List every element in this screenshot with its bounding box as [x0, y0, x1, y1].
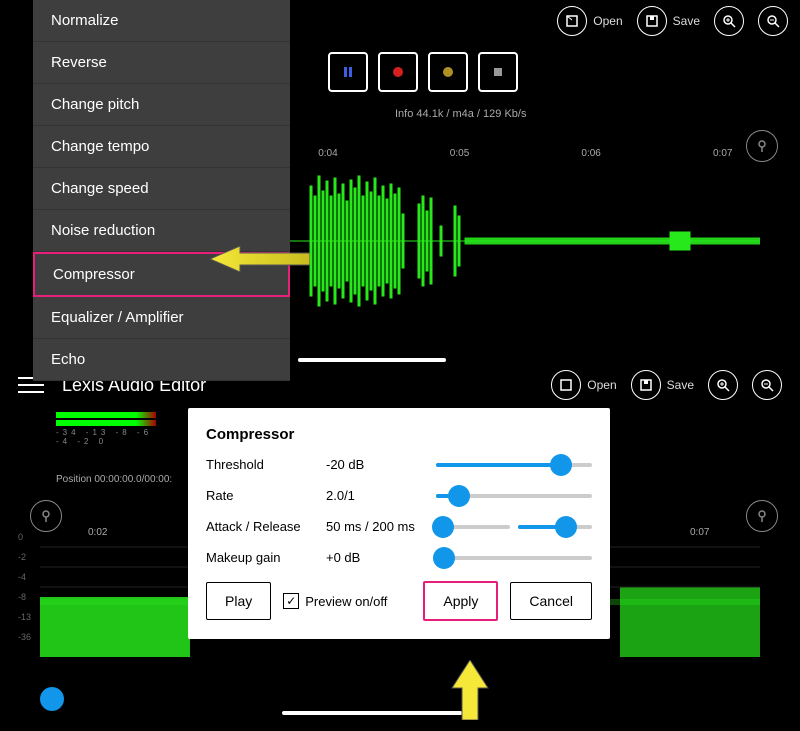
- threshold-label: Threshold: [206, 457, 326, 472]
- row-attack-release: Attack / Release 50 ms / 200 ms: [206, 519, 592, 534]
- rate-label: Rate: [206, 488, 326, 503]
- play-button[interactable]: Play: [206, 582, 271, 620]
- pause-button[interactable]: [328, 52, 368, 92]
- screenshot-top: Open Save Info 44.1k / m4a / 129 Kb/s 0:…: [0, 0, 800, 362]
- waveform-timeline-top[interactable]: 0:04 0:05 0:06 0:07: [290, 148, 760, 318]
- save-button-2[interactable]: Save: [631, 370, 694, 400]
- menu-item-change-pitch[interactable]: Change pitch: [33, 84, 290, 126]
- save-button[interactable]: Save: [637, 6, 700, 36]
- rate-value: 2.0/1: [326, 488, 436, 503]
- time-ruler-top: 0:04 0:05 0:06 0:07: [290, 148, 760, 166]
- menu-item-change-speed[interactable]: Change speed: [33, 168, 290, 210]
- file-open-icon: [557, 6, 587, 36]
- release-slider[interactable]: [518, 525, 592, 529]
- save-label: Save: [673, 14, 700, 28]
- dialog-title: Compressor: [206, 426, 592, 443]
- level-meter: -34 -13 -8 -6 -4 -2 0: [56, 412, 156, 446]
- menu-item-equalizer[interactable]: Equalizer / Amplifier: [33, 297, 290, 339]
- compressor-dialog: Compressor Threshold -20 dB Rate 2.0/1 A…: [188, 408, 610, 639]
- open-button[interactable]: Open: [557, 6, 622, 36]
- row-threshold: Threshold -20 dB: [206, 457, 592, 472]
- meter-scale: -34 -13 -8 -6 -4 -2 0: [56, 428, 156, 446]
- row-makeup: Makeup gain +0 dB: [206, 550, 592, 565]
- meter-bar-l: [56, 412, 156, 418]
- open-label: Open: [593, 14, 622, 28]
- attack-value: 50 ms / 200 ms: [326, 519, 436, 534]
- menu-item-change-tempo[interactable]: Change tempo: [33, 126, 290, 168]
- zoom-out-icon[interactable]: [758, 6, 788, 36]
- attack-slider[interactable]: [436, 525, 510, 529]
- rate-slider[interactable]: [436, 494, 592, 498]
- tick: 0:05: [450, 148, 469, 159]
- file-info: Info 44.1k / m4a / 129 Kb/s: [395, 108, 526, 120]
- menu-item-normalize[interactable]: Normalize: [33, 0, 290, 42]
- home-indicator-bottom: [282, 711, 462, 715]
- attack-label: Attack / Release: [206, 519, 326, 534]
- preview-checkbox[interactable]: ✓ Preview on/off: [283, 593, 387, 609]
- playhead-handle[interactable]: [40, 687, 64, 711]
- open-button-2[interactable]: Open: [551, 370, 616, 400]
- menu-item-reverse[interactable]: Reverse: [33, 42, 290, 84]
- annotation-arrow-left: [210, 244, 310, 274]
- row-rate: Rate 2.0/1: [206, 488, 592, 503]
- transport-controls: [328, 52, 518, 92]
- position-readout: Position 00:00:00.0/00:00:: [56, 474, 172, 485]
- floppy-icon: [631, 370, 661, 400]
- apply-button[interactable]: Apply: [423, 581, 498, 621]
- meter-bar-r: [56, 420, 156, 426]
- play-marker-button[interactable]: [428, 52, 468, 92]
- makeup-slider[interactable]: [436, 556, 592, 560]
- checkbox-icon: ✓: [283, 593, 299, 609]
- annotation-arrow-up: [450, 660, 490, 720]
- save-label: Save: [667, 378, 694, 392]
- zoom-in-icon[interactable]: [708, 370, 738, 400]
- record-button[interactable]: [378, 52, 418, 92]
- dialog-actions: Play ✓ Preview on/off Apply Cancel: [206, 581, 592, 621]
- threshold-value: -20 dB: [326, 457, 436, 472]
- stop-button[interactable]: [478, 52, 518, 92]
- effects-menu: Normalize Reverse Change pitch Change te…: [33, 0, 290, 381]
- floppy-icon: [637, 6, 667, 36]
- waveform-top: [290, 166, 760, 316]
- tick: 0:06: [581, 148, 600, 159]
- makeup-value: +0 dB: [326, 550, 436, 565]
- menu-item-echo[interactable]: Echo: [33, 339, 290, 381]
- open-label: Open: [587, 378, 616, 392]
- zoom-in-icon[interactable]: [714, 6, 744, 36]
- top-toolbar: Open Save: [557, 6, 788, 36]
- zoom-out-icon[interactable]: [752, 370, 782, 400]
- threshold-slider[interactable]: [436, 463, 592, 467]
- tick: 0:04: [318, 148, 337, 159]
- makeup-label: Makeup gain: [206, 550, 326, 565]
- tick: 0:07: [713, 148, 732, 159]
- cancel-button[interactable]: Cancel: [510, 582, 592, 620]
- preview-label: Preview on/off: [305, 594, 387, 609]
- file-open-icon: [551, 370, 581, 400]
